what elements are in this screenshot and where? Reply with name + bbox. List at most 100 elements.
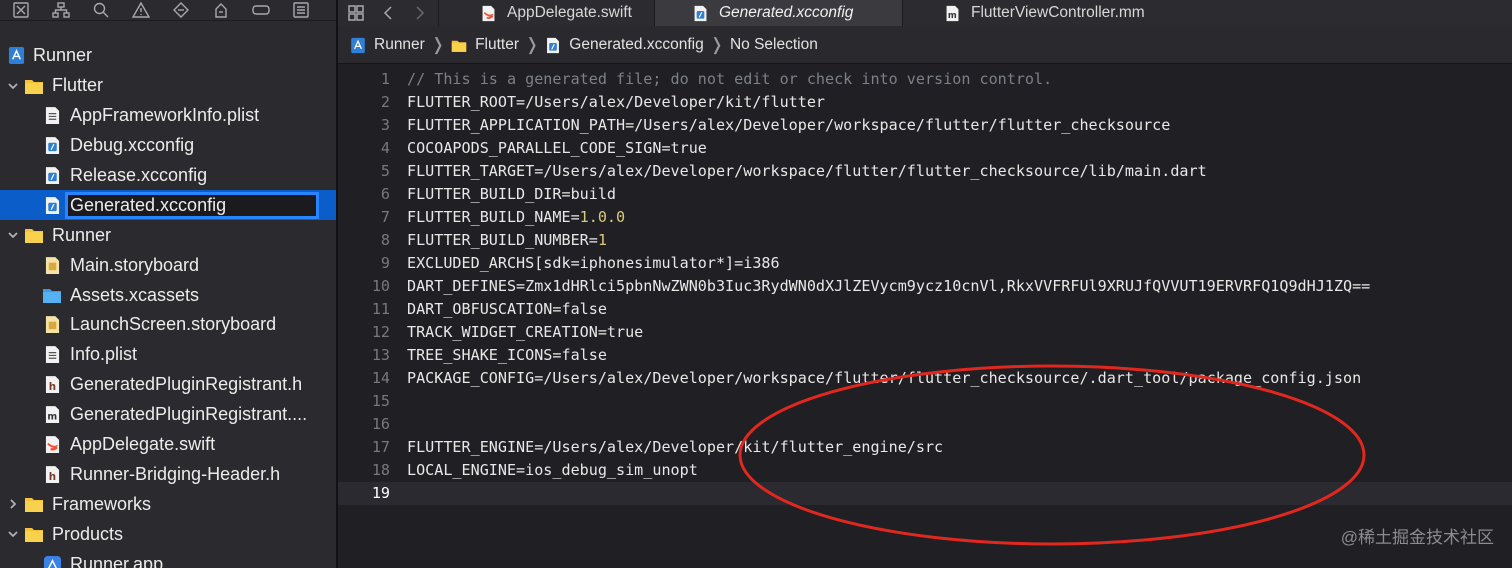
folder-icon xyxy=(451,37,467,53)
objc-icon: m xyxy=(42,405,62,425)
xcconfig-icon xyxy=(42,195,62,215)
tree-item[interactable]: h GeneratedPluginRegistrant.h xyxy=(0,370,336,400)
code-line[interactable]: 6 FLUTTER_BUILD_DIR=build xyxy=(338,183,1512,206)
line-number: 1 xyxy=(380,70,390,88)
code-text: LOCAL_ENGINE=ios_debug_sim_unopt xyxy=(407,459,698,482)
tree-item[interactable]: Products xyxy=(0,519,336,549)
config-line: PACKAGE_CONFIG=/Users/alex/Developer/wor… xyxy=(407,369,1362,387)
label-icon[interactable] xyxy=(252,2,270,18)
code-line[interactable]: 8 FLUTTER_BUILD_NUMBER=1 xyxy=(338,229,1512,252)
tree-item[interactable]: h Runner-Bridging-Header.h xyxy=(0,459,336,489)
tree-item[interactable]: Debug.xcconfig xyxy=(0,131,336,161)
tree-item[interactable]: Release.xcconfig xyxy=(0,161,336,191)
code-line[interactable]: 13 TREE_SHAKE_ICONS=false xyxy=(338,344,1512,367)
tab-2[interactable]: m FlutterViewController.mm xyxy=(902,0,1148,26)
jump-bar: Runner ❭ Flutter ❭ Generated.xcconfig ❭ No Sel… xyxy=(338,26,1512,64)
code-text: PACKAGE_CONFIG=/Users/alex/Developer/wor… xyxy=(407,367,1361,390)
tree-item[interactable]: Flutter xyxy=(0,71,336,101)
line-number: 4 xyxy=(380,139,390,157)
code-line[interactable]: 10 DART_DEFINES=Zmx1dHRlci5pbnNwZWN0b3Iuc… xyxy=(338,275,1512,298)
tree-item-selected[interactable]: Generated.xcconfig xyxy=(0,190,336,221)
tree-item-label: Main.storyboard xyxy=(70,254,200,275)
chevron-down-icon[interactable] xyxy=(6,79,20,93)
tab-bar: AppDelegate.swift Generated.xcconfig m Flut… xyxy=(338,0,1512,26)
close-box-icon[interactable] xyxy=(12,2,30,18)
tree-item[interactable]: AppFrameworkInfo.plist xyxy=(0,101,336,131)
line-number: 14 xyxy=(371,369,390,387)
breadcrumb-item[interactable]: No Selection xyxy=(730,36,818,54)
code-line[interactable]: 19 xyxy=(338,482,1512,505)
breadcrumb-label: Runner xyxy=(374,35,425,53)
code-text: FLUTTER_ENGINE=/Users/alex/Developer/kit… xyxy=(407,436,943,459)
code-line[interactable]: 18 LOCAL_ENGINE=ios_debug_sim_unopt xyxy=(338,459,1512,482)
line-number: 13 xyxy=(371,346,390,364)
code-text: COCOAPODS_PARALLEL_CODE_SIGN=true xyxy=(407,137,707,160)
plist-icon xyxy=(42,345,62,365)
chevron-down-icon[interactable] xyxy=(6,527,20,541)
tree-item[interactable]: Main.storyboard xyxy=(0,250,336,280)
chevron-down-icon[interactable] xyxy=(6,228,20,242)
list-icon[interactable] xyxy=(292,2,310,18)
spray-icon[interactable] xyxy=(212,2,230,18)
tab-1[interactable]: Generated.xcconfig xyxy=(654,0,902,26)
back-icon[interactable] xyxy=(380,5,396,21)
line-number: 19 xyxy=(371,484,390,502)
folder-icon xyxy=(24,524,44,544)
code-line[interactable]: 17 FLUTTER_ENGINE=/Users/alex/Developer/k… xyxy=(338,436,1512,459)
line-number: 6 xyxy=(380,185,390,203)
config-line: TREE_SHAKE_ICONS=false xyxy=(407,346,607,364)
config-line: LOCAL_ENGINE=ios_debug_sim_unopt xyxy=(407,461,698,479)
tab-0[interactable]: AppDelegate.swift xyxy=(438,0,654,26)
code-line[interactable]: 12 TRACK_WIDGET_CREATION=true xyxy=(338,321,1512,344)
code-line[interactable]: 11 DART_OBFUSCATION=false xyxy=(338,298,1512,321)
search-icon[interactable] xyxy=(92,2,110,18)
folder-icon xyxy=(24,76,44,96)
tree-item[interactable]: Assets.xcassets xyxy=(0,280,336,310)
toolbar-divider xyxy=(0,20,336,21)
code-line[interactable]: 5 FLUTTER_TARGET=/Users/alex/Developer/wo… xyxy=(338,160,1512,183)
code-line[interactable]: 9 EXCLUDED_ARCHS[sdk=iphonesimulator*]=i3… xyxy=(338,252,1512,275)
code-line[interactable]: 3 FLUTTER_APPLICATION_PATH=/Users/alex/De… xyxy=(338,114,1512,137)
tree-item[interactable]: LaunchScreen.storyboard xyxy=(0,310,336,340)
line-number: 10 xyxy=(371,277,390,295)
line-number: 3 xyxy=(380,116,390,134)
tree-item[interactable]: Runner xyxy=(0,41,336,71)
grid-icon[interactable] xyxy=(348,5,364,21)
tree-item[interactable]: m GeneratedPluginRegistrant.... xyxy=(0,400,336,430)
tree-item[interactable]: Frameworks xyxy=(0,489,336,519)
diamond-icon[interactable] xyxy=(172,2,190,18)
code-line[interactable]: 4 COCOAPODS_PARALLEL_CODE_SIGN=true xyxy=(338,137,1512,160)
code-line[interactable]: 2 FLUTTER_ROOT=/Users/alex/Developer/kit/… xyxy=(338,91,1512,114)
tree-item[interactable]: Runner.app xyxy=(0,549,336,568)
tree-item[interactable]: AppDelegate.swift xyxy=(0,430,336,460)
code-line[interactable]: 1 // This is a generated file; do not edi… xyxy=(338,68,1512,91)
assets-folder-icon xyxy=(42,285,62,305)
folder-icon xyxy=(24,225,44,245)
hierarchy-icon[interactable] xyxy=(52,2,70,18)
code-line[interactable]: 16 xyxy=(338,413,1512,436)
tabs: AppDelegate.swift Generated.xcconfig m Flut… xyxy=(438,0,1148,26)
navigator-toolbar xyxy=(0,0,336,20)
breadcrumb-item[interactable]: Runner xyxy=(350,36,425,54)
config-line: DART_OBFUSCATION=false xyxy=(407,300,607,318)
number-literal: 1 xyxy=(597,231,607,249)
number-literal: 1.0.0 xyxy=(579,208,626,226)
code-editor[interactable]: 1 // This is a generated file; do not edi… xyxy=(338,68,1512,505)
warning-icon[interactable] xyxy=(132,2,150,18)
project-navigator: Runner Flutter AppFrameworkInfo.plist Debug… xyxy=(0,0,336,568)
tree-item-label: Runner xyxy=(52,224,112,245)
code-text: FLUTTER_TARGET=/Users/alex/Developer/wor… xyxy=(407,160,1207,183)
code-line[interactable]: 7 FLUTTER_BUILD_NAME=1.0.0 xyxy=(338,206,1512,229)
code-line[interactable]: 15 xyxy=(338,390,1512,413)
breadcrumb-item[interactable]: Generated.xcconfig xyxy=(545,36,704,54)
code-text: FLUTTER_BUILD_NAME=1.0.0 xyxy=(407,206,625,229)
code-line[interactable]: 14 PACKAGE_CONFIG=/Users/alex/Developer/w… xyxy=(338,367,1512,390)
chevron-right-icon[interactable] xyxy=(6,497,20,511)
line-number: 16 xyxy=(371,415,390,433)
forward-icon[interactable] xyxy=(412,5,428,21)
breadcrumb-item[interactable]: Flutter xyxy=(451,36,519,54)
tree-item[interactable]: Runner xyxy=(0,220,336,250)
code-text: DART_DEFINES=Zmx1dHRlci5pbnNwZWN0b3Iuc3R… xyxy=(407,275,1370,298)
tree-item-label: GeneratedPluginRegistrant.h xyxy=(70,374,303,395)
tree-item[interactable]: Info.plist xyxy=(0,340,336,370)
